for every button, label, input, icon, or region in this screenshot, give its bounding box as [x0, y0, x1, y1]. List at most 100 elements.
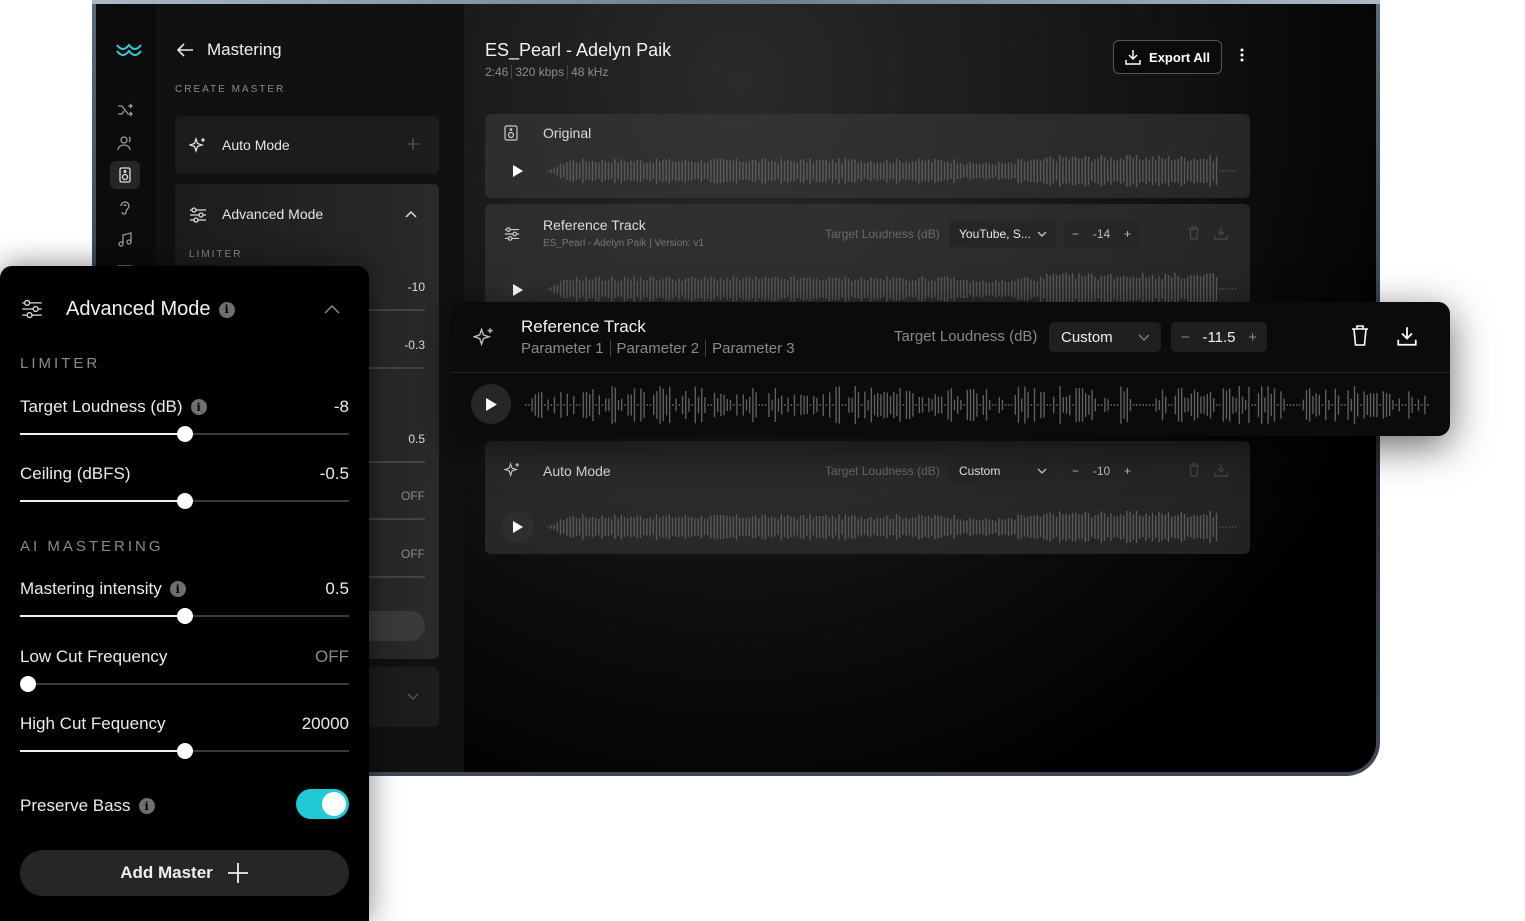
waveform-bar — [1155, 159, 1157, 183]
waveform-bar — [829, 392, 831, 418]
waveform-bar — [1014, 163, 1016, 179]
auto-mode-card[interactable]: Auto Mode — [175, 116, 439, 174]
info-icon[interactable]: i — [218, 301, 235, 318]
slider-handle[interactable] — [176, 426, 193, 442]
waveform-bar — [1110, 404, 1112, 406]
download-icon[interactable] — [1214, 463, 1228, 477]
waveform-bar — [1059, 386, 1061, 424]
waveform-bar — [1315, 393, 1317, 417]
voice-icon[interactable] — [110, 129, 140, 157]
loudness-stepper[interactable]: − -11.5 + — [1171, 322, 1267, 352]
plus-icon[interactable]: + — [1124, 464, 1131, 478]
play-button[interactable] — [471, 384, 511, 424]
low-cut-slider[interactable] — [20, 676, 349, 692]
waveform[interactable] — [547, 272, 1237, 306]
waveform-bar — [1055, 161, 1058, 181]
loudness-stepper[interactable]: − -10 + — [1064, 458, 1139, 484]
mastering-intensity-slider[interactable] — [20, 608, 349, 624]
waveform-bar — [790, 160, 792, 182]
waveform-bar — [1135, 510, 1138, 543]
waveform-bar — [1040, 391, 1042, 419]
slider-handle[interactable] — [176, 743, 193, 759]
waveform-bar — [707, 279, 709, 299]
download-icon[interactable] — [1214, 226, 1228, 240]
info-icon[interactable]: i — [169, 581, 186, 597]
speaker-icon[interactable] — [110, 161, 140, 189]
info-icon[interactable]: i — [190, 399, 207, 415]
waveform-bar — [1062, 514, 1064, 540]
loudness-preset-select[interactable]: Custom — [1049, 322, 1161, 352]
play-button[interactable] — [502, 155, 534, 187]
waveform-bar — [598, 395, 600, 415]
waveform-bar — [1209, 391, 1212, 419]
trash-icon[interactable] — [1351, 325, 1369, 347]
waveform-bar — [1193, 275, 1195, 302]
waveform-bar — [851, 281, 853, 297]
stepper-value: -10 — [1092, 464, 1111, 478]
waveform-bar — [1212, 517, 1214, 537]
chevron-down-icon — [1037, 468, 1047, 474]
waveform-bar — [665, 516, 667, 538]
waveform-bar — [588, 162, 590, 180]
minus-icon[interactable]: − — [1072, 464, 1079, 478]
waveform-bar — [566, 518, 568, 536]
waveform-bar — [1030, 279, 1032, 299]
download-icon[interactable] — [1397, 326, 1417, 346]
high-cut-slider[interactable] — [20, 743, 349, 759]
loudness-stepper[interactable]: − -14 + — [1064, 221, 1139, 247]
waveform-bar — [758, 278, 760, 300]
arrow-left-icon[interactable] — [176, 42, 194, 58]
waveform-bar — [1245, 400, 1247, 410]
waveform-bar — [681, 161, 683, 181]
chevron-up-icon[interactable] — [405, 210, 417, 218]
minus-icon[interactable]: − — [1072, 227, 1079, 241]
play-button[interactable] — [502, 511, 534, 543]
slider-handle[interactable] — [176, 608, 193, 624]
waveform-bar — [1110, 513, 1112, 541]
music-note-icon[interactable] — [110, 226, 140, 254]
target-loudness-slider[interactable] — [20, 426, 349, 442]
waveform-bar — [627, 518, 629, 536]
waveform-bar — [854, 386, 856, 424]
chevron-up-icon[interactable] — [324, 305, 340, 314]
waveform-bar — [956, 163, 958, 179]
waveform[interactable] — [525, 386, 1429, 424]
plus-icon[interactable] — [407, 138, 419, 150]
waveform-bar — [671, 279, 674, 299]
bg-value: 0.5 — [408, 432, 425, 446]
preserve-bass-label: Preserve Bass i — [20, 796, 155, 816]
waveform-bar — [662, 160, 664, 182]
waveform-bar — [911, 280, 914, 298]
trash-icon[interactable] — [1188, 226, 1200, 240]
add-master-button[interactable]: Add Master — [20, 850, 349, 896]
waveform-bar — [761, 514, 763, 540]
waveform-bar — [880, 394, 882, 416]
chevron-down-icon[interactable] — [407, 693, 419, 701]
ear-icon[interactable] — [110, 194, 140, 222]
more-vertical-icon[interactable] — [1240, 48, 1244, 62]
waveform-bar — [851, 159, 853, 183]
loudness-preset-select[interactable]: YouTube, S... — [949, 221, 1056, 247]
waveform-bar — [1174, 395, 1176, 415]
waveform-bar — [1183, 514, 1186, 541]
waveform-bar — [918, 277, 920, 301]
minus-icon[interactable]: − — [1181, 329, 1190, 346]
shuffle-icon[interactable] — [110, 96, 140, 124]
plus-icon[interactable]: + — [1248, 329, 1257, 346]
slider-handle[interactable] — [20, 676, 36, 692]
waveform-bar — [803, 277, 805, 301]
loudness-preset-select[interactable]: Custom — [949, 458, 1056, 484]
trash-icon[interactable] — [1188, 463, 1200, 477]
slider-handle[interactable] — [176, 493, 193, 509]
plus-icon[interactable]: + — [1124, 227, 1131, 241]
waveform-bar — [861, 404, 863, 406]
preserve-bass-toggle[interactable] — [296, 789, 349, 819]
track-samplerate: 48 kHz — [571, 65, 609, 79]
ceiling-slider[interactable] — [20, 493, 349, 509]
waveform[interactable] — [547, 510, 1237, 544]
waveform[interactable] — [547, 154, 1237, 188]
export-all-button[interactable]: Export All — [1113, 40, 1222, 74]
info-icon[interactable]: i — [138, 798, 155, 814]
waveform-bar — [979, 404, 981, 406]
waveform-bar — [844, 158, 846, 184]
